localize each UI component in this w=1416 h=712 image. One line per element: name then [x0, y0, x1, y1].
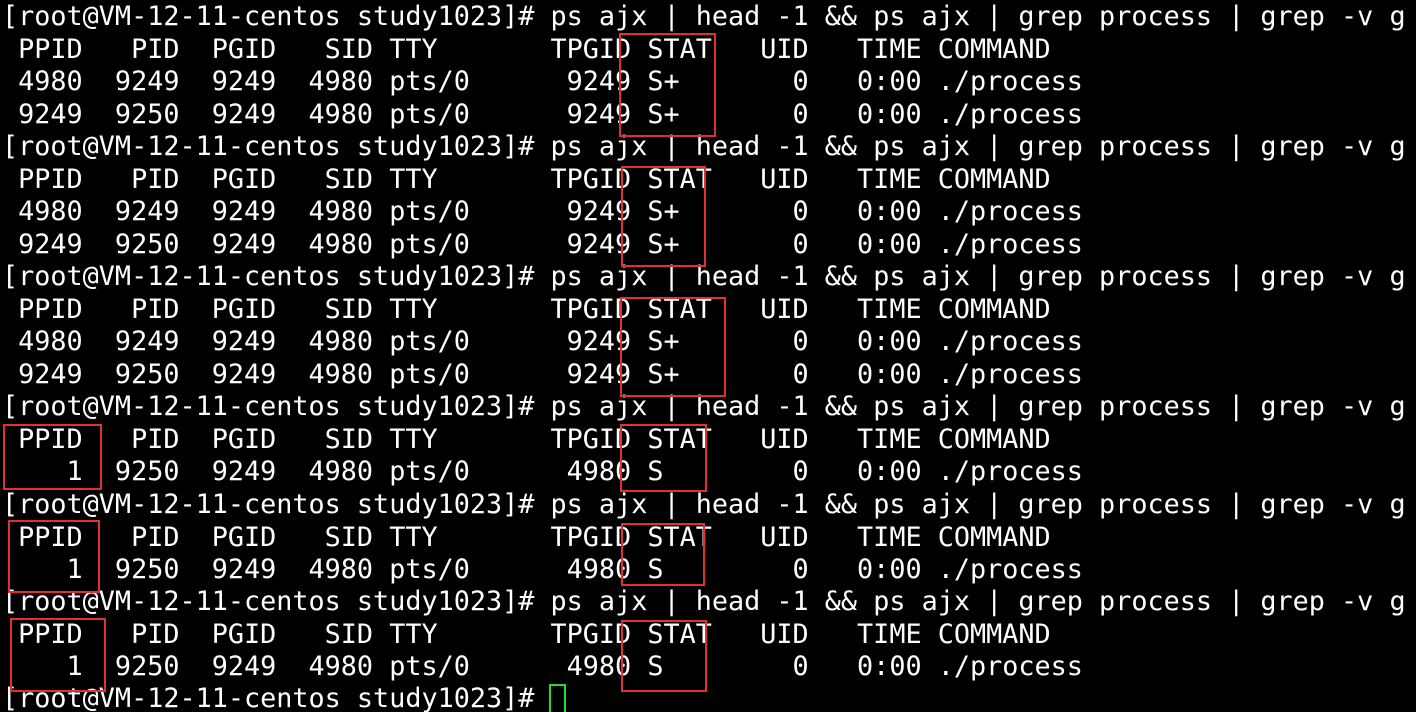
prompt: [root@VM-12-11-centos study1023]# [2, 131, 551, 162]
process-row: 9249 9250 9249 4980 pts/0 9249 S+ 0 0:00… [2, 228, 1083, 260]
terminal-window[interactable]: [root@VM-12-11-centos study1023]# ps ajx… [0, 0, 1416, 712]
command-line: [root@VM-12-11-centos study1023]# ps ajx… [2, 1, 1406, 34]
stat-column-highlight [619, 33, 716, 137]
stat-column-highlight [621, 620, 707, 692]
command-text: ps ajx | head -1 && ps ajx | grep proces… [550, 1, 1406, 32]
process-row: 1 9250 9249 4980 pts/0 4980 S 0 0:00 ./p… [2, 456, 1083, 487]
process-row: 9249 9250 9249 4980 pts/0 9249 S+ 0 0:00… [2, 98, 1083, 130]
process-row: 9249 9250 9249 4980 pts/0 9249 S+ 0 0:00… [2, 358, 1083, 390]
ppid-column-highlight [8, 520, 100, 593]
process-row: 4980 9249 9249 4980 pts/0 9249 S+ 0 0:00… [2, 196, 1083, 227]
process-row: 4980 9249 9249 4980 pts/0 9249 S+ 0 0:00… [2, 326, 1083, 357]
prompt: [root@VM-12-11-centos study1023]# [2, 391, 551, 422]
prompt: [root@VM-12-11-centos study1023]# [2, 489, 551, 520]
command-text: ps ajx | head -1 && ps ajx | grep proces… [550, 586, 1406, 617]
terminal-cursor[interactable] [549, 684, 566, 712]
output-header: PPID PID PGID SID TTY TPGID STAT UID TIM… [2, 521, 1051, 553]
output-header: PPID PID PGID SID TTY TPGID STAT UID TIM… [2, 618, 1051, 650]
stat-column-highlight [620, 424, 707, 492]
stat-column-highlight [620, 297, 726, 397]
output-header: PPID PID PGID SID TTY TPGID STAT UID TIM… [2, 163, 1051, 195]
ppid-column-highlight [10, 618, 106, 692]
process-row: 4980 9249 9249 4980 pts/0 9249 S+ 0 0:00… [2, 66, 1083, 97]
prompt: [root@VM-12-11-centos study1023]# [2, 261, 551, 292]
prompt: [root@VM-12-11-centos study1023]# [2, 1, 551, 32]
process-row: 1 9250 9249 4980 pts/0 4980 S 0 0:00 ./p… [2, 651, 1083, 682]
output-header: PPID PID PGID SID TTY TPGID STAT UID TIM… [2, 423, 1051, 455]
output-header: PPID PID PGID SID TTY TPGID STAT UID TIM… [2, 33, 1051, 65]
command-line: [root@VM-12-11-centos study1023]# ps ajx… [2, 489, 1406, 522]
stat-column-highlight [621, 166, 706, 267]
ppid-column-highlight [3, 424, 102, 490]
command-line: [root@VM-12-11-centos study1023]# ps ajx… [2, 586, 1406, 619]
command-text: ps ajx | head -1 && ps ajx | grep proces… [550, 489, 1406, 520]
process-row: 1 9250 9249 4980 pts/0 4980 S 0 0:00 ./p… [2, 554, 1083, 585]
output-header: PPID PID PGID SID TTY TPGID STAT UID TIM… [2, 293, 1051, 325]
stat-column-highlight [621, 523, 705, 586]
